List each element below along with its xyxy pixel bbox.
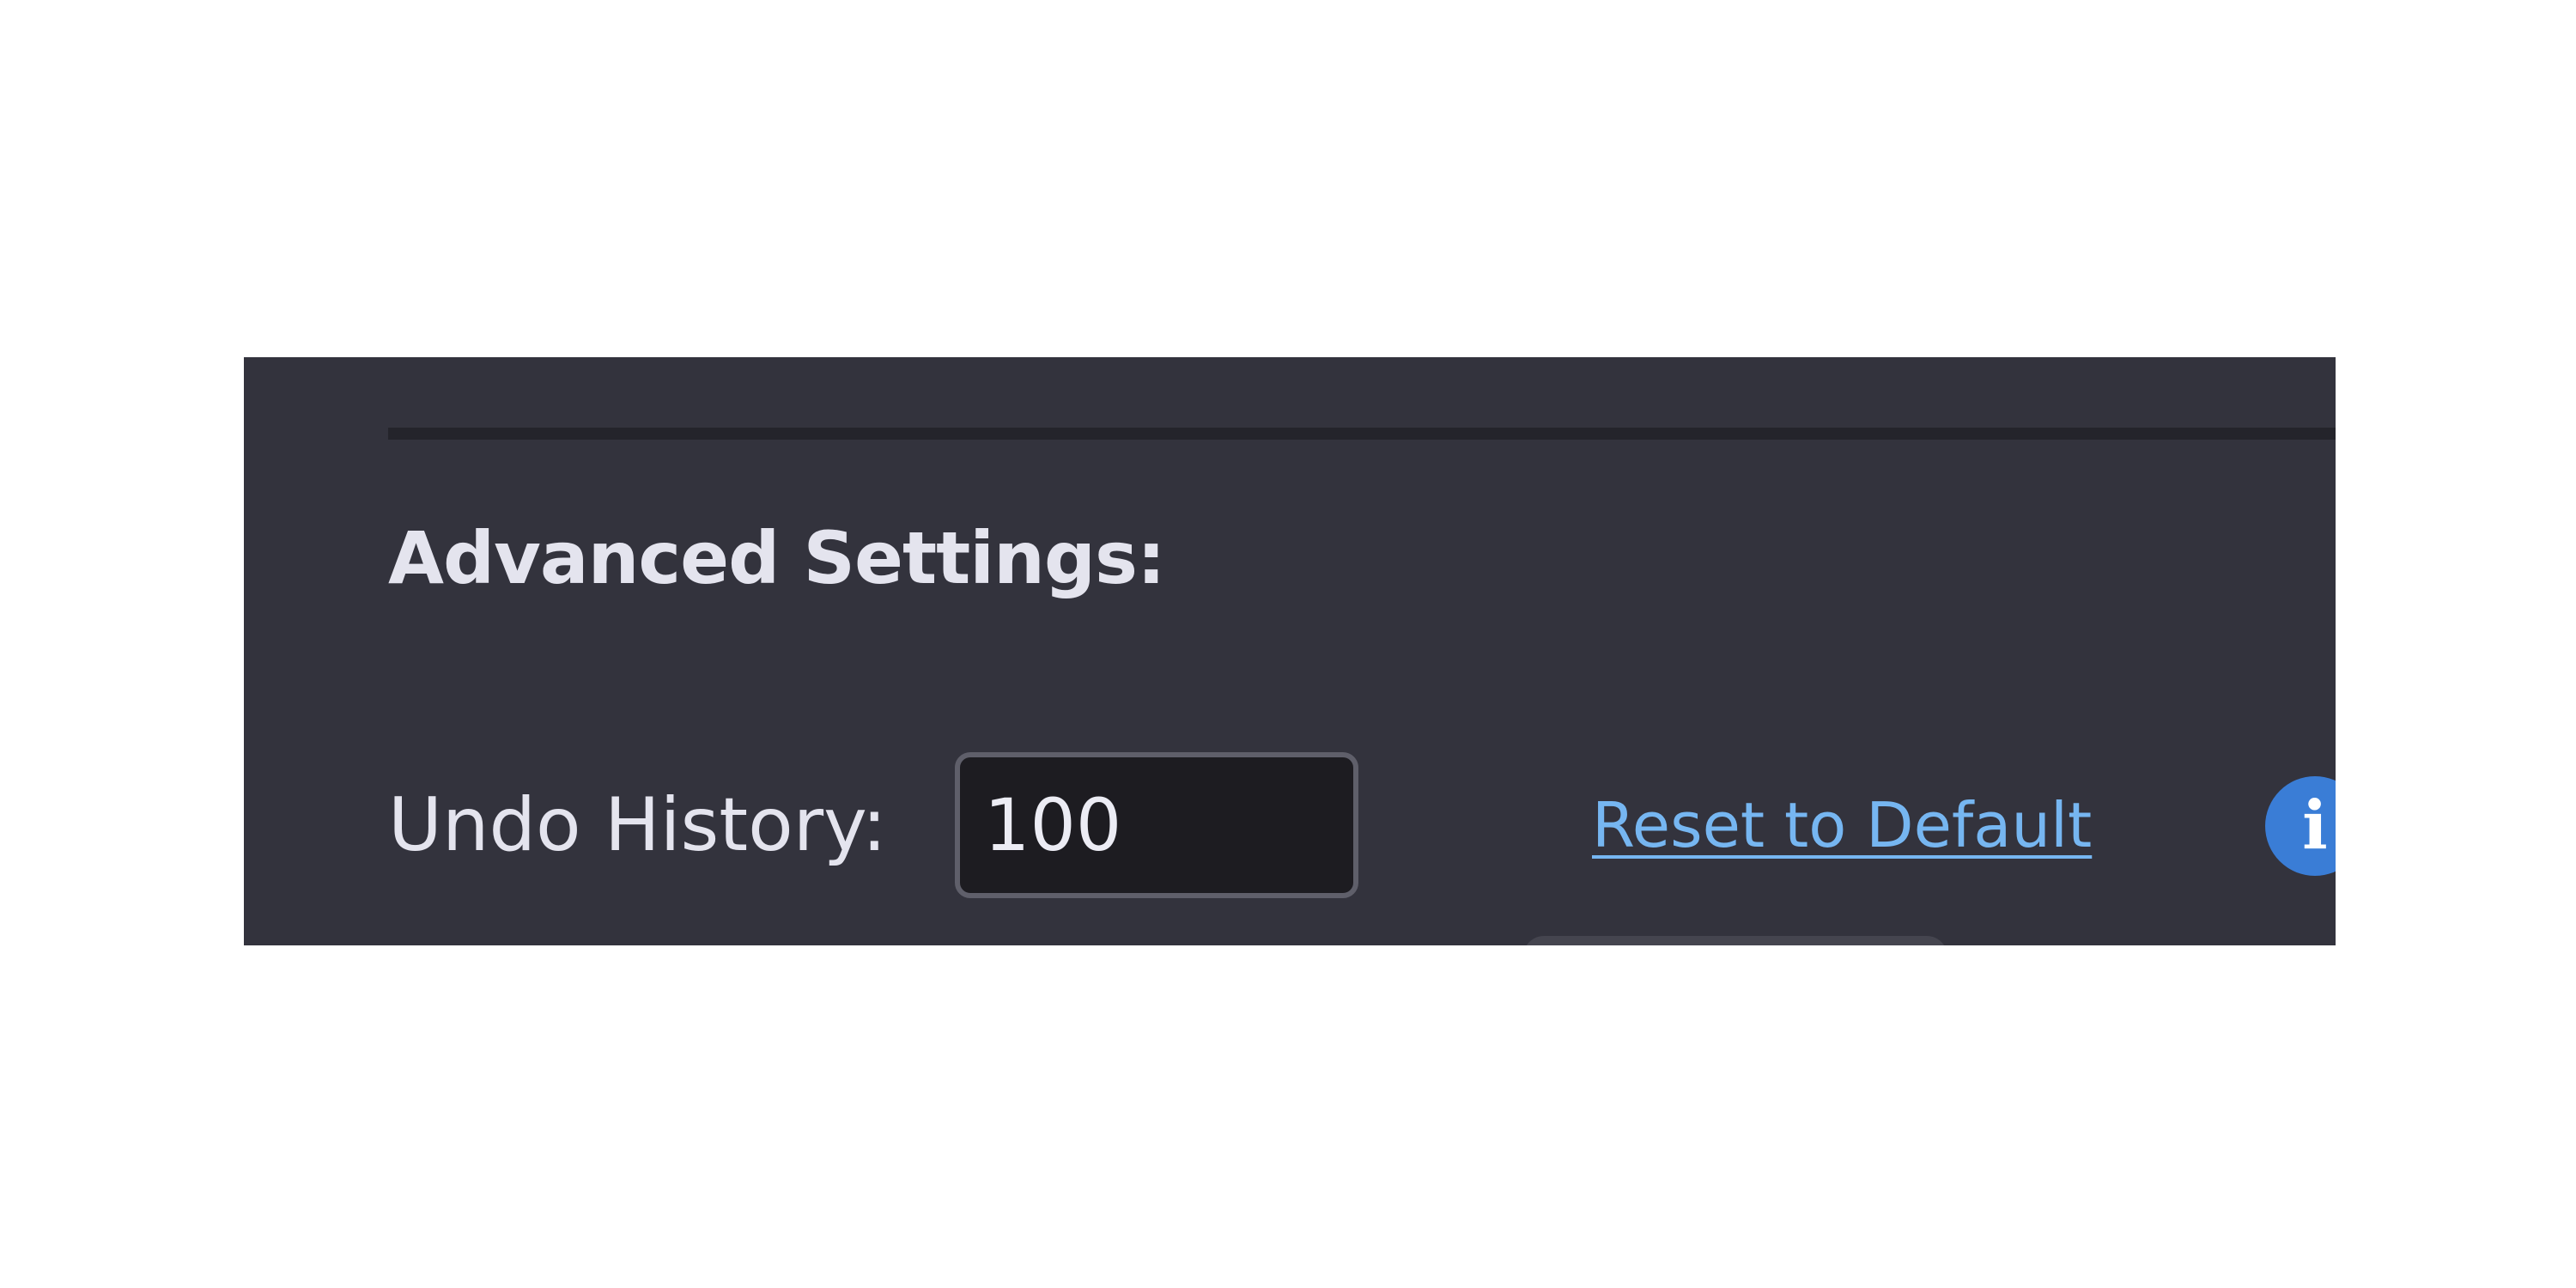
advanced-settings-heading: Advanced Settings: <box>388 516 1166 600</box>
info-icon[interactable]: i <box>2265 776 2336 876</box>
undo-history-label: Undo History: <box>388 782 887 868</box>
reset-to-default-link[interactable]: Reset to Default <box>1592 752 2092 898</box>
section-divider <box>388 428 2336 440</box>
settings-panel: Advanced Settings: Undo History: Reset t… <box>244 357 2336 945</box>
next-row-control[interactable] <box>1523 936 1947 945</box>
undo-history-input[interactable] <box>955 752 1358 898</box>
